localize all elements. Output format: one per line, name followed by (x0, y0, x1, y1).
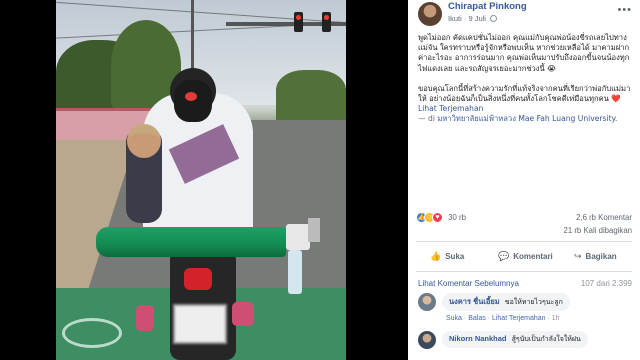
globe-icon (490, 15, 498, 22)
share-count[interactable]: 21 rb Kali dibagikan (564, 226, 633, 235)
divider (416, 241, 632, 242)
share-button[interactable]: ↪ Bagikan (574, 251, 617, 262)
comment-page-count: 107 dari 2.399 (580, 279, 632, 288)
commenter-name[interactable]: นงคาร ชื่นเอี้ยม (449, 297, 500, 306)
traffic-light (322, 12, 331, 32)
humidifier-bottle (288, 250, 302, 294)
photo-viewer (0, 0, 408, 360)
post-stats: 👍☺ ♥ 30 rb 2,6 rb Komentar 21 rb Kali dib… (416, 210, 632, 240)
thumbs-up-icon: 👍 (430, 251, 442, 261)
comment-bubble: นงคาร ชื่นเอี้ยม ขอให้หายไวๆนะลูก (442, 293, 570, 311)
blurred-license-plate (173, 304, 227, 344)
pink-shoe (136, 305, 154, 331)
speech-bubble-icon: 💬 (498, 251, 510, 261)
avatar[interactable] (418, 2, 442, 26)
author-name[interactable]: Chirapat Pinkong (448, 1, 527, 12)
trees (276, 70, 346, 120)
follow-link[interactable]: Ikuti (448, 14, 462, 23)
post-date[interactable]: 9 Juli (468, 14, 486, 23)
location: — di มหาวิทยาลัยแม่ฟ้าหลวง Mae Fah Luang… (418, 114, 618, 124)
view-previous-comments[interactable]: Lihat Komentar Sebelumnya (418, 279, 519, 288)
post-paragraph: พูดไม่ออก คัดแคปชั่นไม่ออก คุณแม่กับคุณพ… (418, 33, 630, 73)
love-reaction-icon: ♥ (432, 212, 443, 223)
avatar[interactable] (418, 331, 436, 349)
reaction-count: 30 rb (448, 213, 466, 222)
comment-translate-link[interactable]: Lihat Terjemahan (492, 315, 546, 322)
share-arrow-icon: ↪ (574, 251, 582, 261)
heart-emoji: ❤️ (611, 94, 621, 104)
like-button[interactable]: 👍 Suka (430, 251, 464, 262)
comment-actions: Suka · Balas · Lihat Terjemahan · 1h (446, 315, 560, 322)
more-dots-icon[interactable]: ••• (617, 4, 632, 16)
comment-reply-link[interactable]: Balas (468, 315, 486, 322)
comment-count[interactable]: 2,6 rb Komentar (576, 213, 632, 222)
comment-text: ขอให้หายไวๆนะลูก (504, 298, 563, 306)
oxygen-tank (96, 227, 286, 257)
comment-bubble: Nikorn Nankhad สู้ๆนับเป็นกำลังใจให้ฝน (442, 331, 588, 348)
action-bar: 👍 Suka 💬 Komentari ↪ Bagikan (416, 246, 632, 268)
hair (174, 80, 212, 122)
red-bow (185, 92, 197, 101)
reaction-summary[interactable]: 👍☺ ♥ 30 rb (416, 212, 466, 223)
commenter-name[interactable]: Nikorn Nankhad (449, 334, 507, 343)
see-translation-link[interactable]: Lihat Terjemahan (418, 104, 632, 114)
post-paragraph: ขอบคุณโลกนี้ที่สร้างความรักที่แท้จริงจาก… (418, 83, 631, 104)
post-text: พูดไม่ออก คัดแคปชั่นไม่ออก คุณแม่กับคุณพ… (418, 33, 632, 125)
pink-shoe (232, 302, 254, 326)
oxygen-tank-cap (286, 224, 310, 250)
avatar[interactable] (418, 293, 436, 311)
post-header: Chirapat Pinkong Ikuti · 9 Juli ••• (418, 1, 632, 26)
motorcycle-taillight (184, 268, 212, 290)
post-meta: Ikuti · 9 Juli (448, 14, 498, 23)
comment-time[interactable]: 1h (552, 315, 560, 322)
comment-text: สู้ๆนับเป็นกำลังใจให้ฝน (511, 335, 581, 343)
oxygen-regulator (308, 218, 320, 242)
comment-button[interactable]: 💬 Komentari (498, 251, 553, 262)
child-head (127, 124, 161, 158)
comment-like-link[interactable]: Suka (446, 315, 462, 322)
divider (416, 271, 632, 272)
post-sidebar: Chirapat Pinkong Ikuti · 9 Juli ••• พูดไ… (408, 0, 640, 360)
post-photo[interactable] (56, 0, 346, 360)
bicycle-symbol (62, 318, 122, 348)
location-link[interactable]: มหาวิทยาลัยแม่ฟ้าหลวง Mae Fah Luang Univ… (437, 114, 615, 123)
traffic-light (294, 12, 303, 32)
